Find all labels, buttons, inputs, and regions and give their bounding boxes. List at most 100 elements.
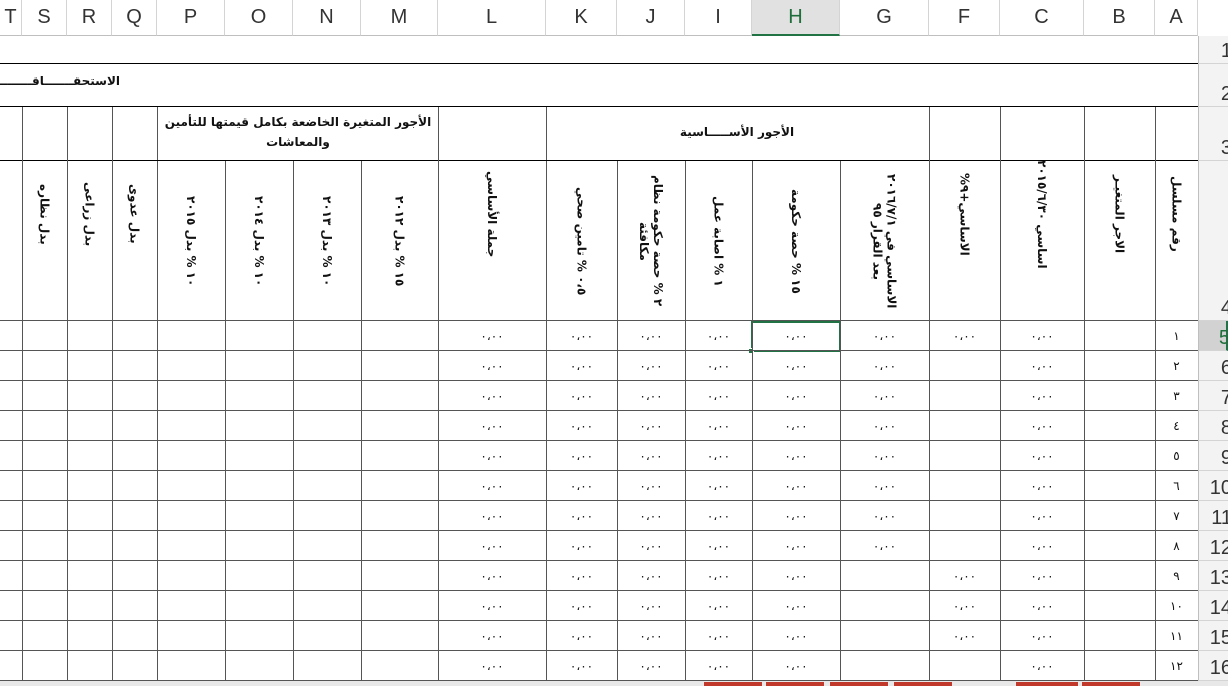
column-header-p[interactable]: P <box>157 0 225 36</box>
cell-t8[interactable]: ٠ <box>0 411 6 441</box>
cell-g6[interactable]: ٠،٠٠ <box>840 351 929 381</box>
cell-j9[interactable]: ٠،٠٠ <box>617 441 685 471</box>
column-header-f[interactable]: F <box>929 0 1000 36</box>
cell-l13[interactable]: ٠،٠٠ <box>438 561 546 591</box>
red-tab-6[interactable] <box>1082 682 1140 686</box>
cell-c7[interactable]: ٠،٠٠ <box>1000 381 1084 411</box>
cell-g11[interactable]: ٠،٠٠ <box>840 501 929 531</box>
cell-i12[interactable]: ٠،٠٠ <box>685 531 752 561</box>
cell-a14[interactable]: ١٠ <box>1155 591 1198 621</box>
row-header-11[interactable]: 11 <box>1198 501 1228 531</box>
column-header-c[interactable]: C <box>1000 0 1084 36</box>
cell-i15[interactable]: ٠،٠٠ <box>685 621 752 651</box>
cell-c6[interactable]: ٠،٠٠ <box>1000 351 1084 381</box>
cell-l15[interactable]: ٠،٠٠ <box>438 621 546 651</box>
column-header-m[interactable]: M <box>361 0 438 36</box>
red-tab-3[interactable] <box>830 682 888 686</box>
cell-c13[interactable]: ٠،٠٠ <box>1000 561 1084 591</box>
red-tab-5[interactable] <box>1016 682 1078 686</box>
red-tab-1[interactable] <box>704 682 762 686</box>
row-header-16[interactable]: 16 <box>1198 651 1228 681</box>
cell-j6[interactable]: ٠،٠٠ <box>617 351 685 381</box>
column-header-t[interactable]: T <box>0 0 22 36</box>
cell-h16[interactable]: ٠،٠٠ <box>752 651 840 681</box>
cell-g10[interactable]: ٠،٠٠ <box>840 471 929 501</box>
cell-g9[interactable]: ٠،٠٠ <box>840 441 929 471</box>
cell-c16[interactable]: ٠،٠٠ <box>1000 651 1084 681</box>
cell-t12[interactable]: ٠ <box>0 531 6 561</box>
cell-h12[interactable]: ٠،٠٠ <box>752 531 840 561</box>
cell-j14[interactable]: ٠،٠٠ <box>617 591 685 621</box>
cell-h9[interactable]: ٠،٠٠ <box>752 441 840 471</box>
cell-k12[interactable]: ٠،٠٠ <box>546 531 617 561</box>
row-header-14[interactable]: 14 <box>1198 591 1228 621</box>
cell-h10[interactable]: ٠،٠٠ <box>752 471 840 501</box>
cell-i14[interactable]: ٠،٠٠ <box>685 591 752 621</box>
cell-h8[interactable]: ٠،٠٠ <box>752 411 840 441</box>
row-header-4[interactable]: 4 <box>1198 161 1228 321</box>
column-header-a[interactable]: A <box>1155 0 1198 36</box>
cell-g7[interactable]: ٠،٠٠ <box>840 381 929 411</box>
cell-c11[interactable]: ٠،٠٠ <box>1000 501 1084 531</box>
cell-a8[interactable]: ٤ <box>1155 411 1198 441</box>
column-header-q[interactable]: Q <box>112 0 157 36</box>
cell-a7[interactable]: ٣ <box>1155 381 1198 411</box>
cell-f14[interactable]: ٠،٠٠ <box>929 591 1000 621</box>
column-header-n[interactable]: N <box>293 0 361 36</box>
cell-i7[interactable]: ٠،٠٠ <box>685 381 752 411</box>
cell-i11[interactable]: ٠،٠٠ <box>685 501 752 531</box>
cell-l7[interactable]: ٠،٠٠ <box>438 381 546 411</box>
cell-i16[interactable]: ٠،٠٠ <box>685 651 752 681</box>
row-header-7[interactable]: 7 <box>1198 381 1228 411</box>
cell-c14[interactable]: ٠،٠٠ <box>1000 591 1084 621</box>
cell-h13[interactable]: ٠،٠٠ <box>752 561 840 591</box>
cell-c8[interactable]: ٠،٠٠ <box>1000 411 1084 441</box>
cell-l9[interactable]: ٠،٠٠ <box>438 441 546 471</box>
cell-a9[interactable]: ٥ <box>1155 441 1198 471</box>
row-header-5[interactable]: 5 <box>1198 321 1228 351</box>
cell-a16[interactable]: ١٢ <box>1155 651 1198 681</box>
cell-c15[interactable]: ٠،٠٠ <box>1000 621 1084 651</box>
cell-l8[interactable]: ٠،٠٠ <box>438 411 546 441</box>
cell-j16[interactable]: ٠،٠٠ <box>617 651 685 681</box>
column-header-o[interactable]: O <box>225 0 293 36</box>
column-header-g[interactable]: G <box>840 0 929 36</box>
row-header-3[interactable]: 3 <box>1198 107 1228 161</box>
cell-l12[interactable]: ٠،٠٠ <box>438 531 546 561</box>
cell-j15[interactable]: ٠،٠٠ <box>617 621 685 651</box>
cell-c10[interactable]: ٠،٠٠ <box>1000 471 1084 501</box>
row-header-15[interactable]: 15 <box>1198 621 1228 651</box>
cell-c12[interactable]: ٠،٠٠ <box>1000 531 1084 561</box>
cell-t5[interactable]: ٠ <box>0 321 6 351</box>
cell-t13[interactable]: ٠ <box>0 561 6 591</box>
column-header-r[interactable]: R <box>67 0 112 36</box>
cell-a15[interactable]: ١١ <box>1155 621 1198 651</box>
row-header-8[interactable]: 8 <box>1198 411 1228 441</box>
row-header-10[interactable]: 10 <box>1198 471 1228 501</box>
cell-j7[interactable]: ٠،٠٠ <box>617 381 685 411</box>
row-header-2[interactable]: 2 <box>1198 64 1228 107</box>
cell-h6[interactable]: ٠،٠٠ <box>752 351 840 381</box>
row-header-6[interactable]: 6 <box>1198 351 1228 381</box>
cell-h7[interactable]: ٠،٠٠ <box>752 381 840 411</box>
column-header-b[interactable]: B <box>1084 0 1155 36</box>
row-header-13[interactable]: 13 <box>1198 561 1228 591</box>
cell-k9[interactable]: ٠،٠٠ <box>546 441 617 471</box>
cell-j13[interactable]: ٠،٠٠ <box>617 561 685 591</box>
cell-a10[interactable]: ٦ <box>1155 471 1198 501</box>
cell-a6[interactable]: ٢ <box>1155 351 1198 381</box>
cell-k11[interactable]: ٠،٠٠ <box>546 501 617 531</box>
cell-a13[interactable]: ٩ <box>1155 561 1198 591</box>
cell-k5[interactable]: ٠،٠٠ <box>546 321 617 351</box>
column-header-k[interactable]: K <box>546 0 617 36</box>
cell-j5[interactable]: ٠،٠٠ <box>617 321 685 351</box>
cell-i6[interactable]: ٠،٠٠ <box>685 351 752 381</box>
cell-i5[interactable]: ٠،٠٠ <box>685 321 752 351</box>
column-header-i[interactable]: I <box>685 0 752 36</box>
cell-t9[interactable]: ٠ <box>0 441 6 471</box>
cell-t6[interactable]: ٠ <box>0 351 6 381</box>
row-header-1[interactable]: 1 <box>1198 36 1228 64</box>
red-tab-4[interactable] <box>894 682 952 686</box>
cell-l11[interactable]: ٠،٠٠ <box>438 501 546 531</box>
cell-k8[interactable]: ٠،٠٠ <box>546 411 617 441</box>
